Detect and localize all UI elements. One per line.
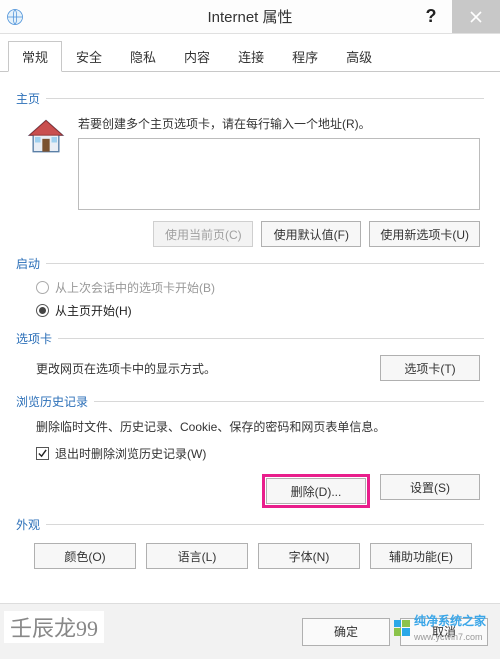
watermark-logo-icon bbox=[394, 620, 410, 636]
tab-content[interactable]: 内容 bbox=[170, 41, 224, 72]
home-instruction: 若要创建多个主页选项卡，请在每行输入一个地址(R)。 bbox=[78, 115, 480, 132]
help-button[interactable]: ? bbox=[410, 0, 452, 33]
color-button[interactable]: 颜色(O) bbox=[34, 543, 136, 569]
close-button[interactable] bbox=[452, 0, 500, 33]
ok-button[interactable]: 确定 bbox=[302, 618, 390, 646]
tab-privacy[interactable]: 隐私 bbox=[116, 41, 170, 72]
home-url-textarea[interactable] bbox=[78, 138, 480, 210]
section-appearance: 外观 bbox=[16, 516, 484, 533]
tab-connections[interactable]: 连接 bbox=[224, 41, 278, 72]
delete-button[interactable]: 删除(D)... bbox=[266, 478, 366, 504]
author-tag: 壬辰龙99 bbox=[4, 611, 104, 643]
use-newtab-button[interactable]: 使用新选项卡(U) bbox=[369, 221, 480, 247]
window-title: Internet 属性 bbox=[207, 6, 292, 27]
internet-icon bbox=[6, 8, 24, 26]
accessibility-button[interactable]: 辅助功能(E) bbox=[370, 543, 472, 569]
section-history: 浏览历史记录 bbox=[16, 393, 484, 410]
radio-icon-checked bbox=[36, 304, 49, 317]
radio-home-start[interactable]: 从主页开始(H) bbox=[16, 299, 484, 322]
house-icon bbox=[24, 115, 68, 159]
font-button[interactable]: 字体(N) bbox=[258, 543, 360, 569]
section-startup: 启动 bbox=[16, 255, 484, 272]
delete-highlight-box: 删除(D)... bbox=[262, 474, 370, 508]
language-button[interactable]: 语言(L) bbox=[146, 543, 248, 569]
tab-advanced[interactable]: 高级 bbox=[332, 41, 386, 72]
tab-general[interactable]: 常规 bbox=[8, 41, 62, 72]
use-current-button: 使用当前页(C) bbox=[153, 221, 253, 247]
tab-strip: 常规 安全 隐私 内容 连接 程序 高级 bbox=[0, 34, 500, 72]
radio-last-session: 从上次会话中的选项卡开始(B) bbox=[16, 276, 484, 299]
tabs-desc: 更改网页在选项卡中的显示方式。 bbox=[36, 360, 216, 377]
tabs-button[interactable]: 选项卡(T) bbox=[380, 355, 480, 381]
checkbox-icon bbox=[36, 447, 49, 460]
radio-icon bbox=[36, 281, 49, 294]
delete-on-exit-check[interactable]: 退出时删除浏览历史记录(W) bbox=[16, 441, 484, 470]
section-home: 主页 bbox=[16, 90, 484, 107]
history-settings-button[interactable]: 设置(S) bbox=[380, 474, 480, 500]
watermark: 纯净系统之家 www.ycwin7.com bbox=[394, 612, 486, 643]
titlebar: Internet 属性 ? bbox=[0, 0, 500, 34]
history-desc: 删除临时文件、历史记录、Cookie、保存的密码和网页表单信息。 bbox=[16, 414, 484, 441]
tab-security[interactable]: 安全 bbox=[62, 41, 116, 72]
section-tabs: 选项卡 bbox=[16, 330, 484, 347]
tab-programs[interactable]: 程序 bbox=[278, 41, 332, 72]
use-default-button[interactable]: 使用默认值(F) bbox=[261, 221, 361, 247]
